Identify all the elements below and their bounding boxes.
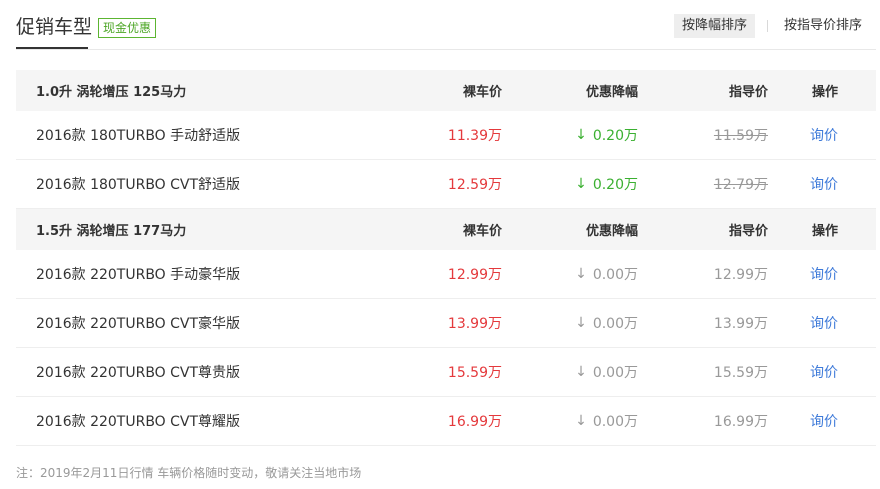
guide-price: 11.59万 xyxy=(713,128,768,144)
inquiry-link[interactable]: 询价 xyxy=(810,299,838,347)
trim-name: 2016款 180TURBO CVT舒适版 xyxy=(36,177,241,193)
inquiry-link[interactable]: 询价 xyxy=(810,111,838,159)
arrow-down-icon: ↓ xyxy=(575,364,587,380)
bare-price: 13.99万 xyxy=(447,316,502,332)
bare-price: 12.59万 xyxy=(447,177,502,193)
discount-value: 0.00万 xyxy=(592,267,638,283)
cash-discount-tag: 现金优惠 xyxy=(98,18,157,38)
group-header-row: 1.0升 涡轮增压 125马力 裸车价 优惠降幅 指导价 操作 xyxy=(16,70,876,111)
bare-price: 11.39万 xyxy=(447,128,502,144)
col-price-header: 裸车价 xyxy=(462,224,502,239)
bare-price: 12.99万 xyxy=(447,267,502,283)
trim-name: 2016款 220TURBO CVT尊贵版 xyxy=(36,365,241,381)
table-row: 2016款 220TURBO 手动豪华版 12.99万 ↓ 0.00万 12.99… xyxy=(16,250,876,299)
inquiry-link[interactable]: 询价 xyxy=(810,160,838,208)
discount-cell: ↓ 0.20万 xyxy=(575,160,638,208)
table-row: 2016款 180TURBO 手动舒适版 11.39万 ↓ 0.20万 11.59… xyxy=(16,111,876,160)
arrow-down-icon: ↓ xyxy=(575,176,587,192)
col-action-header: 操作 xyxy=(811,85,838,100)
inquiry-link[interactable]: 询价 xyxy=(810,348,838,396)
guide-price: 12.79万 xyxy=(713,177,768,193)
guide-price: 15.59万 xyxy=(713,365,768,381)
table-row: 2016款 180TURBO CVT舒适版 12.59万 ↓ 0.20万 12.7… xyxy=(16,160,876,209)
sort-by-discount-button[interactable]: 按降幅排序 xyxy=(674,14,756,38)
trim-name: 2016款 180TURBO 手动舒适版 xyxy=(36,128,241,144)
col-discount-header: 优惠降幅 xyxy=(585,224,638,239)
group-name: 1.0升 涡轮增压 125马力 xyxy=(36,85,187,100)
page-title: 促销车型 xyxy=(16,16,93,38)
discount-value: 0.20万 xyxy=(592,177,638,193)
guide-price: 13.99万 xyxy=(713,316,768,332)
arrow-down-icon: ↓ xyxy=(575,266,587,282)
discount-cell: ↓ 0.00万 xyxy=(575,397,638,445)
bare-price: 16.99万 xyxy=(447,414,502,430)
group-name: 1.5升 涡轮增压 177马力 xyxy=(36,224,187,239)
table-row: 2016款 220TURBO CVT尊贵版 15.59万 ↓ 0.00万 15.5… xyxy=(16,348,876,397)
title-underline xyxy=(16,47,88,49)
group-header-row: 1.5升 涡轮增压 177马力 裸车价 优惠降幅 指导价 操作 xyxy=(16,209,876,250)
inquiry-link[interactable]: 询价 xyxy=(810,397,838,445)
price-footnote: 注：2019年2月11日行情 车辆价格随时变动，敬请关注当地市场 xyxy=(16,466,362,480)
col-action-header: 操作 xyxy=(811,224,838,239)
col-discount-header: 优惠降幅 xyxy=(585,85,638,100)
trim-name: 2016款 220TURBO 手动豪华版 xyxy=(36,267,241,283)
sort-by-guide-price-button[interactable]: 按指导价排序 xyxy=(776,14,870,38)
discount-value: 0.00万 xyxy=(592,414,638,430)
arrow-down-icon: ↓ xyxy=(575,413,587,429)
col-guide-header: 指导价 xyxy=(728,224,768,239)
discount-cell: ↓ 0.20万 xyxy=(575,111,638,159)
discount-value: 0.20万 xyxy=(592,128,638,144)
discount-cell: ↓ 0.00万 xyxy=(575,250,638,298)
arrow-down-icon: ↓ xyxy=(575,315,587,331)
discount-cell: ↓ 0.00万 xyxy=(575,299,638,347)
promo-table: 1.0升 涡轮增压 125马力 裸车价 优惠降幅 指导价 操作 2016款 18… xyxy=(16,70,876,446)
guide-price: 12.99万 xyxy=(713,267,768,283)
col-price-header: 裸车价 xyxy=(462,85,502,100)
trim-name: 2016款 220TURBO CVT豪华版 xyxy=(36,316,241,332)
table-row: 2016款 220TURBO CVT豪华版 13.99万 ↓ 0.00万 13.9… xyxy=(16,299,876,348)
table-row: 2016款 220TURBO CVT尊耀版 16.99万 ↓ 0.00万 16.9… xyxy=(16,397,876,446)
inquiry-link[interactable]: 询价 xyxy=(810,250,838,298)
arrow-down-icon: ↓ xyxy=(575,127,587,143)
col-guide-header: 指导价 xyxy=(728,85,768,100)
guide-price: 16.99万 xyxy=(713,414,768,430)
sort-divider xyxy=(767,20,768,32)
promo-header: 促销车型 现金优惠 按降幅排序 按指导价排序 xyxy=(16,0,876,50)
trim-name: 2016款 220TURBO CVT尊耀版 xyxy=(36,414,241,430)
discount-value: 0.00万 xyxy=(592,316,638,332)
discount-value: 0.00万 xyxy=(592,365,638,381)
bare-price: 15.59万 xyxy=(447,365,502,381)
discount-cell: ↓ 0.00万 xyxy=(575,348,638,396)
